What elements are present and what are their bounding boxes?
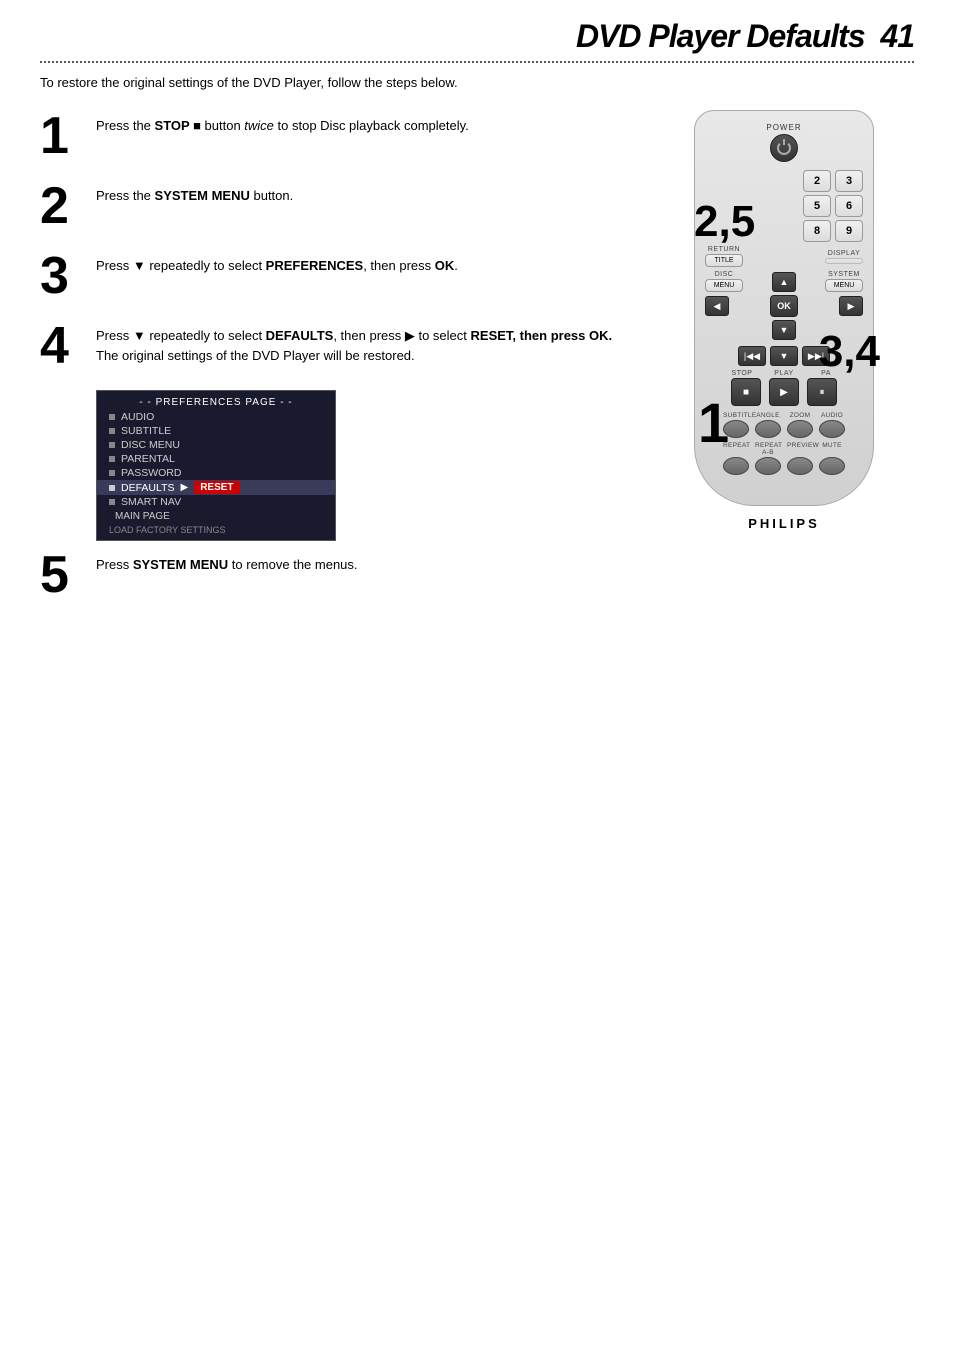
step-number-2: 2	[40, 180, 84, 232]
mute-label: MUTE	[819, 442, 845, 456]
menu-main-page-label: MAIN PAGE	[115, 511, 170, 522]
main-content: 1 Press the STOP ■ button twice to stop …	[0, 110, 954, 619]
disc-up-system-row: DISC MENU ▲ SYSTEM MENU	[705, 271, 863, 292]
remote-step-label-1: 1	[698, 395, 729, 451]
page-number: 41	[880, 18, 914, 54]
audio-func-label: AUDIO	[819, 412, 845, 419]
audio-button[interactable]	[819, 420, 845, 438]
menu-arrow-icon: ▶	[180, 482, 188, 493]
repeat-button[interactable]	[723, 457, 749, 475]
menu-item-subtitle: SUBTITLE	[97, 424, 335, 438]
stop-button[interactable]: ■	[731, 378, 761, 406]
menu-item-password: PASSWORD	[97, 466, 335, 480]
repeat-buttons-row	[705, 457, 863, 475]
step-number-5: 5	[40, 549, 84, 601]
remote-step-label-34: 3,4	[819, 330, 880, 374]
power-label: POWER	[705, 123, 863, 132]
power-section: POWER	[705, 123, 863, 162]
remote-wrapper: 2,5 3,4 1 POWER 2 5 8	[684, 110, 884, 541]
menu-item-defaults: DEFAULTS ▶ RESET	[97, 480, 335, 495]
number-column: 2 5 8	[803, 170, 831, 242]
step-number-1: 1	[40, 110, 84, 162]
step-text-2: Press the SYSTEM MENU button.	[96, 180, 293, 206]
step-number-3: 3	[40, 250, 84, 302]
system-label: SYSTEM	[828, 271, 860, 278]
title-button[interactable]: TITLE	[705, 254, 743, 267]
menu-bullet	[109, 485, 115, 491]
num-btn-9[interactable]: 9	[835, 220, 863, 242]
dpad-right-button[interactable]: ▶	[839, 296, 863, 316]
num-btn-2[interactable]: 2	[803, 170, 831, 192]
menu-item-disc-menu: DISC MENU	[97, 438, 335, 452]
menu-item-parental: PARENTAL	[97, 452, 335, 466]
ok-button[interactable]: OK	[770, 295, 798, 317]
step-5: 5 Press SYSTEM MENU to remove the menus.	[40, 549, 634, 601]
steps-column: 1 Press the STOP ■ button twice to stop …	[40, 110, 634, 619]
step-1: 1 Press the STOP ■ button twice to stop …	[40, 110, 634, 162]
step-4: 4 Press ▼ repeatedly to select DEFAULTS,…	[40, 320, 634, 372]
step-3: 3 Press ▼ repeatedly to select PREFERENC…	[40, 250, 634, 302]
left-ok-right-row: ◀ OK ▶	[705, 295, 863, 317]
num-btn-6[interactable]: 6	[835, 195, 863, 217]
repeat-ab-button[interactable]	[755, 457, 781, 475]
stop-label: STOP	[728, 370, 756, 377]
return-display-row: RETURN TITLE DISPLAY	[705, 246, 863, 267]
page-title: DVD Player Defaults	[576, 18, 865, 54]
power-icon	[777, 141, 791, 155]
dpad-up-button[interactable]: ▲	[772, 272, 796, 292]
menu-header: - - PREFERENCES PAGE - -	[97, 395, 335, 410]
display-label: DISPLAY	[828, 250, 861, 257]
num-btn-5[interactable]: 5	[803, 195, 831, 217]
step-text-3: Press ▼ repeatedly to select PREFERENCES…	[96, 250, 458, 276]
play-button[interactable]: ▶	[769, 378, 799, 406]
menu-reset-box: RESET	[194, 481, 239, 494]
remote-column: 2,5 3,4 1 POWER 2 5 8	[654, 110, 914, 619]
menu-bullet	[109, 470, 115, 476]
number-column-2: 3 6 9	[835, 170, 863, 242]
angle-button[interactable]	[755, 420, 781, 438]
step-text-5: Press SYSTEM MENU to remove the menus.	[96, 549, 358, 575]
mute-button[interactable]	[819, 457, 845, 475]
angle-label: ANGLE	[755, 412, 781, 419]
menu-bullet	[109, 499, 115, 505]
menu-item-smart-nav: SMART NAV	[97, 495, 335, 509]
preview-button[interactable]	[787, 457, 813, 475]
menu-bullet	[109, 456, 115, 462]
intro-text: To restore the original settings of the …	[40, 75, 914, 90]
philips-brand-label: PHILIPS	[684, 516, 884, 541]
num-btn-8[interactable]: 8	[803, 220, 831, 242]
step-2: 2 Press the SYSTEM MENU button.	[40, 180, 634, 232]
menu-load-text: LOAD FACTORY SETTINGS	[97, 524, 335, 536]
zoom-button[interactable]	[787, 420, 813, 438]
num-btn-3[interactable]: 3	[835, 170, 863, 192]
menu-screenshot: - - PREFERENCES PAGE - - AUDIO SUBTITLE …	[96, 390, 336, 541]
disc-menu-button[interactable]: MENU	[705, 279, 743, 292]
remote-step-label-25: 2,5	[694, 200, 755, 244]
display-button[interactable]	[825, 258, 863, 264]
system-menu-button[interactable]: MENU	[825, 279, 863, 292]
step-text-4: Press ▼ repeatedly to select DEFAULTS, t…	[96, 320, 634, 365]
zoom-label: ZOOM	[787, 412, 813, 419]
pause-button[interactable]: ⏸	[807, 378, 837, 406]
menu-bullet	[109, 442, 115, 448]
prev-chapter-button[interactable]: |◀◀	[738, 346, 766, 366]
menu-bullet	[109, 428, 115, 434]
preview-label: PREVIEW	[787, 442, 813, 456]
return-label: RETURN	[708, 246, 740, 253]
dpad-left-button[interactable]: ◀	[705, 296, 729, 316]
menu-bullet	[109, 414, 115, 420]
step-number-4: 4	[40, 320, 84, 372]
divider-rule	[40, 61, 914, 63]
down-v-button[interactable]: ▼	[770, 346, 798, 366]
play-label: PLAY	[770, 370, 798, 377]
repeat-ab-label: REPEAT A-B	[755, 442, 781, 456]
disc-label: DISC	[715, 271, 734, 278]
dpad-down-button[interactable]: ▼	[772, 320, 796, 340]
page-header: DVD Player Defaults 41	[0, 0, 954, 61]
menu-item-audio: AUDIO	[97, 410, 335, 424]
step-text-1: Press the STOP ■ button twice to stop Di…	[96, 110, 469, 136]
power-button[interactable]	[770, 134, 798, 162]
menu-footer-row: MAIN PAGE	[97, 509, 335, 524]
